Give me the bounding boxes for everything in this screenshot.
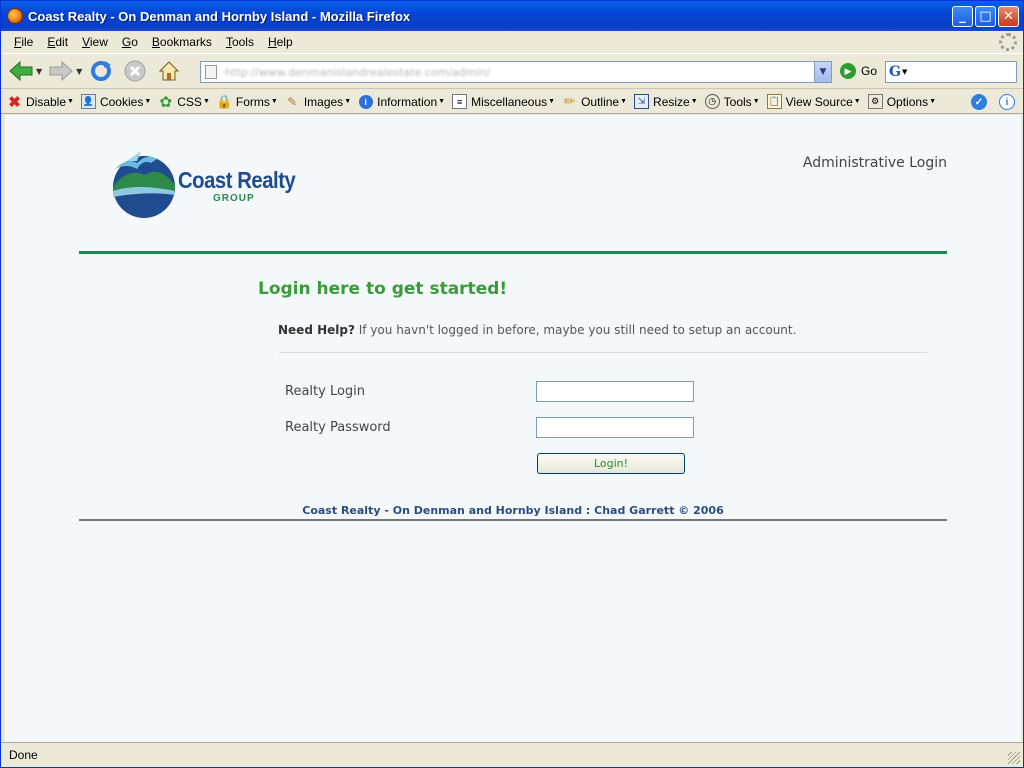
forward-dropdown-icon[interactable]: ▼ [76, 67, 82, 76]
title-bar: Coast Realty - On Denman and Hornby Isla… [1, 1, 1023, 31]
google-icon[interactable]: G [889, 64, 901, 80]
back-icon[interactable] [7, 57, 35, 85]
devbar-cookies[interactable]: 👤 Cookies ▼ [80, 94, 151, 109]
firefox-icon [7, 8, 23, 24]
menu-view[interactable]: View [75, 35, 115, 49]
devbar-outline[interactable]: ✏ Outline ▼ [562, 93, 627, 109]
home-icon[interactable] [155, 57, 183, 85]
menu-file[interactable]: File [7, 35, 40, 49]
devbar-images[interactable]: ✎ Images ▼ [285, 94, 351, 109]
help-text: Need Help? If you havn't logged in befor… [278, 323, 796, 337]
reload-icon[interactable] [87, 57, 115, 85]
forms-icon: 🔒 [216, 93, 233, 109]
view-source-icon: 📋 [766, 94, 782, 109]
menu-bar: File Edit View Go Bookmarks Tools Help [1, 31, 1023, 53]
tools-icon: ◷ [704, 94, 720, 109]
outline-icon: ✏ [563, 93, 576, 109]
help-body: If you havn't logged in before, maybe yo… [354, 323, 797, 337]
devbar-disable[interactable]: ✖ Disable ▼ [7, 93, 74, 111]
page-heading: Login here to get started! [258, 279, 508, 299]
login-input[interactable] [536, 381, 694, 402]
devbar-resize[interactable]: ⇲ Resize ▼ [634, 94, 698, 109]
devbar-tools[interactable]: ◷ Tools ▼ [704, 94, 760, 109]
status-bar: Done [1, 742, 1023, 767]
logo-name: Coast Realty [178, 167, 296, 193]
logo-sub: GROUP [213, 193, 255, 204]
back-dropdown-icon[interactable]: ▼ [36, 67, 42, 76]
forward-icon[interactable] [47, 57, 75, 85]
status-text: Done [9, 748, 38, 762]
devbar-view-source[interactable]: 📋 View Source ▼ [766, 94, 861, 109]
options-icon: ⚙ [867, 94, 883, 109]
devbar-options[interactable]: ⚙ Options ▼ [867, 94, 936, 109]
cookies-icon: 👤 [80, 94, 96, 109]
menu-go[interactable]: Go [115, 35, 145, 49]
help-label: Need Help? [278, 323, 355, 337]
window-title: Coast Realty - On Denman and Hornby Isla… [28, 8, 411, 24]
devbar-miscellaneous[interactable]: ≡ Miscellaneous ▼ [452, 94, 555, 109]
login-button[interactable]: Login! [537, 453, 685, 474]
footer-text: Coast Realty - On Denman and Hornby Isla… [302, 504, 724, 517]
throbber-icon [999, 33, 1017, 51]
address-bar[interactable]: http://www.denmanislandrealestate.com/ad… [200, 61, 832, 83]
images-icon: ✎ [287, 94, 298, 109]
stop-icon[interactable] [121, 57, 149, 85]
search-engine-dropdown-icon[interactable]: ▼ [902, 68, 907, 76]
go-button[interactable]: ▶ Go [840, 63, 877, 79]
close-button[interactable]: ✕ [998, 6, 1019, 27]
search-box[interactable]: G ▼ [885, 61, 1017, 83]
login-label: Realty Login [285, 384, 366, 399]
minimize-button[interactable]: _ [952, 6, 973, 27]
password-input[interactable] [536, 417, 694, 438]
resize-grip-icon[interactable] [1008, 752, 1020, 764]
help-divider [279, 352, 927, 353]
menu-bookmarks[interactable]: Bookmarks [145, 35, 219, 49]
validation-check-icon[interactable]: ✓ [971, 94, 987, 110]
css-icon: ✿ [159, 93, 173, 111]
page-footer: Coast Realty - On Denman and Hornby Isla… [5, 504, 1021, 517]
page-viewport: Coast Realty GROUP Administrative Login … [5, 115, 1021, 742]
web-developer-toolbar: ✖ Disable ▼ 👤 Cookies ▼ ✿ CSS ▼ 🔒 Forms ▼ ✎ Image… [1, 90, 1023, 114]
go-label: Go [861, 64, 878, 78]
info-icon[interactable]: i [999, 94, 1015, 110]
menu-edit[interactable]: Edit [40, 35, 75, 49]
footer-divider [79, 519, 947, 521]
devbar-css[interactable]: ✿ CSS ▼ [158, 93, 209, 111]
admin-title: Administrative Login [802, 155, 947, 171]
devbar-information[interactable]: i Information ▼ [358, 94, 445, 109]
page-icon [205, 65, 217, 79]
disable-icon: ✖ [8, 93, 21, 111]
password-label: Realty Password [285, 420, 391, 435]
resize-icon: ⇲ [634, 94, 650, 109]
maximize-button[interactable]: □ [975, 6, 996, 27]
devbar-forms[interactable]: 🔒 Forms ▼ [216, 93, 278, 109]
information-icon: i [358, 94, 373, 109]
miscellaneous-icon: ≡ [452, 94, 468, 109]
navigation-toolbar: ▼ ▼ http://www.denmanislandrealestate.co… [1, 53, 1023, 89]
go-icon: ▶ [840, 63, 856, 79]
devbar-status-icons: ✓ i [971, 94, 1015, 110]
header-divider [79, 251, 947, 254]
address-text: http://www.denmanislandrealestate.com/ad… [225, 65, 491, 79]
window-controls: _ □ ✕ [952, 6, 1019, 27]
address-dropdown-icon[interactable]: ▼ [814, 62, 831, 82]
menu-tools[interactable]: Tools [219, 35, 261, 49]
browser-window: Coast Realty - On Denman and Hornby Isla… [0, 0, 1024, 768]
menu-help[interactable]: Help [261, 35, 300, 49]
